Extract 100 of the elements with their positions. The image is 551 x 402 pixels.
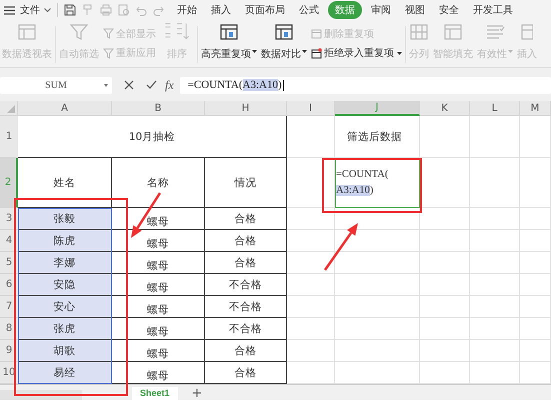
table-cell: 螺母 bbox=[112, 274, 205, 296]
ribbon-tab[interactable]: 数据 bbox=[328, 1, 362, 19]
empty-cell bbox=[520, 158, 551, 208]
caret-icon bbox=[397, 52, 402, 55]
table-cell: 张毅 bbox=[18, 208, 112, 230]
table-cell: 10月抽检 bbox=[18, 116, 287, 158]
table-cell: 螺母 bbox=[112, 318, 205, 340]
empty-cell bbox=[287, 208, 335, 230]
empty-cell bbox=[520, 296, 551, 318]
ribbon-tab[interactable]: 开始 bbox=[172, 1, 202, 19]
caret-icon bbox=[104, 84, 108, 86]
column-header[interactable]: H bbox=[205, 101, 287, 116]
table-cell[interactable]: =COUNTA( A3:A10) bbox=[335, 158, 420, 208]
file-menu[interactable]: 文件 bbox=[20, 3, 51, 17]
empty-cell bbox=[420, 318, 470, 340]
table-cell: 名称 bbox=[112, 158, 205, 208]
table-cell: 不合格 bbox=[205, 296, 287, 318]
filter-icon bbox=[103, 28, 114, 40]
row-header[interactable]: 1 bbox=[0, 116, 18, 158]
empty-cell bbox=[420, 296, 470, 318]
table-cell: 姓名 bbox=[18, 158, 112, 208]
table-icon bbox=[521, 22, 533, 42]
function-button[interactable]: fx bbox=[165, 78, 174, 92]
ribbon-tab[interactable]: 插入 bbox=[206, 1, 236, 19]
empty-cell bbox=[470, 158, 520, 208]
column-header[interactable]: A bbox=[18, 101, 112, 116]
add-sheet-button[interactable]: + bbox=[192, 387, 202, 400]
name-box[interactable]: SUM bbox=[0, 76, 112, 94]
print-icon[interactable] bbox=[100, 4, 112, 16]
table-icon bbox=[274, 22, 294, 42]
ribbon-tab[interactable]: 公式 bbox=[294, 1, 324, 19]
empty-cell bbox=[287, 274, 335, 296]
table-cell: 安隐 bbox=[18, 274, 112, 296]
table-cell: 不合格 bbox=[205, 318, 287, 340]
caret-icon bbox=[252, 50, 257, 53]
select-all-button[interactable] bbox=[0, 101, 18, 116]
ribbon-tab[interactable]: 安全 bbox=[434, 1, 464, 19]
column-header[interactable]: I bbox=[287, 101, 335, 116]
caret-icon bbox=[508, 50, 513, 53]
ribbon-button[interactable]: 高亮重复项 bbox=[199, 22, 259, 67]
empty-cell bbox=[420, 230, 470, 252]
empty-cell bbox=[420, 116, 470, 158]
column-header[interactable]: L bbox=[470, 101, 520, 116]
empty-cell bbox=[287, 230, 335, 252]
empty-cell bbox=[287, 158, 335, 208]
table-icon bbox=[219, 22, 239, 42]
redo-icon[interactable] bbox=[153, 4, 164, 16]
empty-cell bbox=[420, 340, 470, 362]
empty-cell bbox=[287, 252, 335, 274]
ribbon-button[interactable]: 数据对比 bbox=[259, 22, 309, 67]
table-cell: 李娜 bbox=[18, 252, 112, 274]
table-cell: 螺母 bbox=[112, 296, 205, 318]
column-header[interactable]: B bbox=[112, 101, 205, 116]
empty-cell bbox=[287, 116, 335, 158]
formula-field[interactable]: =COUNTA(A3:A10) bbox=[180, 76, 551, 94]
empty-cell bbox=[287, 318, 335, 340]
table-cell: 合格 bbox=[205, 230, 287, 252]
table-cell: 合格 bbox=[205, 208, 287, 230]
column-header[interactable]: M bbox=[520, 101, 551, 116]
table-cell: 陈虎 bbox=[18, 230, 112, 252]
empty-cell bbox=[520, 230, 551, 252]
columns-icon bbox=[409, 22, 429, 42]
check-icon[interactable] bbox=[146, 80, 157, 90]
table-cell: 合格 bbox=[205, 340, 287, 362]
table-icon bbox=[17, 22, 37, 42]
empty-cell bbox=[470, 208, 520, 230]
ribbon-tab[interactable]: 审阅 bbox=[366, 1, 396, 19]
empty-cell bbox=[420, 274, 470, 296]
table-cell: 不合格 bbox=[205, 274, 287, 296]
ribbon-button[interactable]: 拒绝录入重复项 bbox=[311, 46, 402, 60]
ribbon-tab[interactable]: 开发工具 bbox=[468, 1, 518, 19]
empty-cell bbox=[470, 274, 520, 296]
empty-cell bbox=[470, 340, 520, 362]
table-cell: 螺母 bbox=[112, 252, 205, 274]
empty-cell bbox=[470, 252, 520, 274]
ribbon-tab[interactable]: 视图 bbox=[400, 1, 430, 19]
empty-cell bbox=[520, 318, 551, 340]
table-cell: 易经 bbox=[18, 362, 112, 384]
menu-icon[interactable] bbox=[4, 6, 15, 14]
cancel-icon[interactable] bbox=[124, 80, 134, 90]
empty-cell bbox=[520, 208, 551, 230]
table-cell: 胡歌 bbox=[18, 340, 112, 362]
empty-cell bbox=[470, 318, 520, 340]
table-cell: 合格 bbox=[205, 252, 287, 274]
arrow bbox=[324, 223, 358, 271]
sheet-tab[interactable]: Sheet1 bbox=[132, 387, 178, 400]
save-icon[interactable] bbox=[64, 4, 76, 16]
empty-cell bbox=[287, 340, 335, 362]
undo-icon[interactable] bbox=[136, 4, 147, 16]
table-cell: 螺母 bbox=[112, 340, 205, 362]
empty-cell bbox=[287, 296, 335, 318]
empty-cell bbox=[420, 158, 470, 208]
table-cell: 筛选后数据 bbox=[335, 116, 420, 158]
preview-icon[interactable] bbox=[118, 4, 130, 16]
ribbon-tab[interactable]: 页面布局 bbox=[240, 1, 290, 19]
column-header[interactable]: K bbox=[420, 101, 470, 116]
empty-cell bbox=[420, 208, 470, 230]
empty-cell bbox=[420, 252, 470, 274]
empty-cell bbox=[470, 230, 520, 252]
empty-cell bbox=[520, 274, 551, 296]
